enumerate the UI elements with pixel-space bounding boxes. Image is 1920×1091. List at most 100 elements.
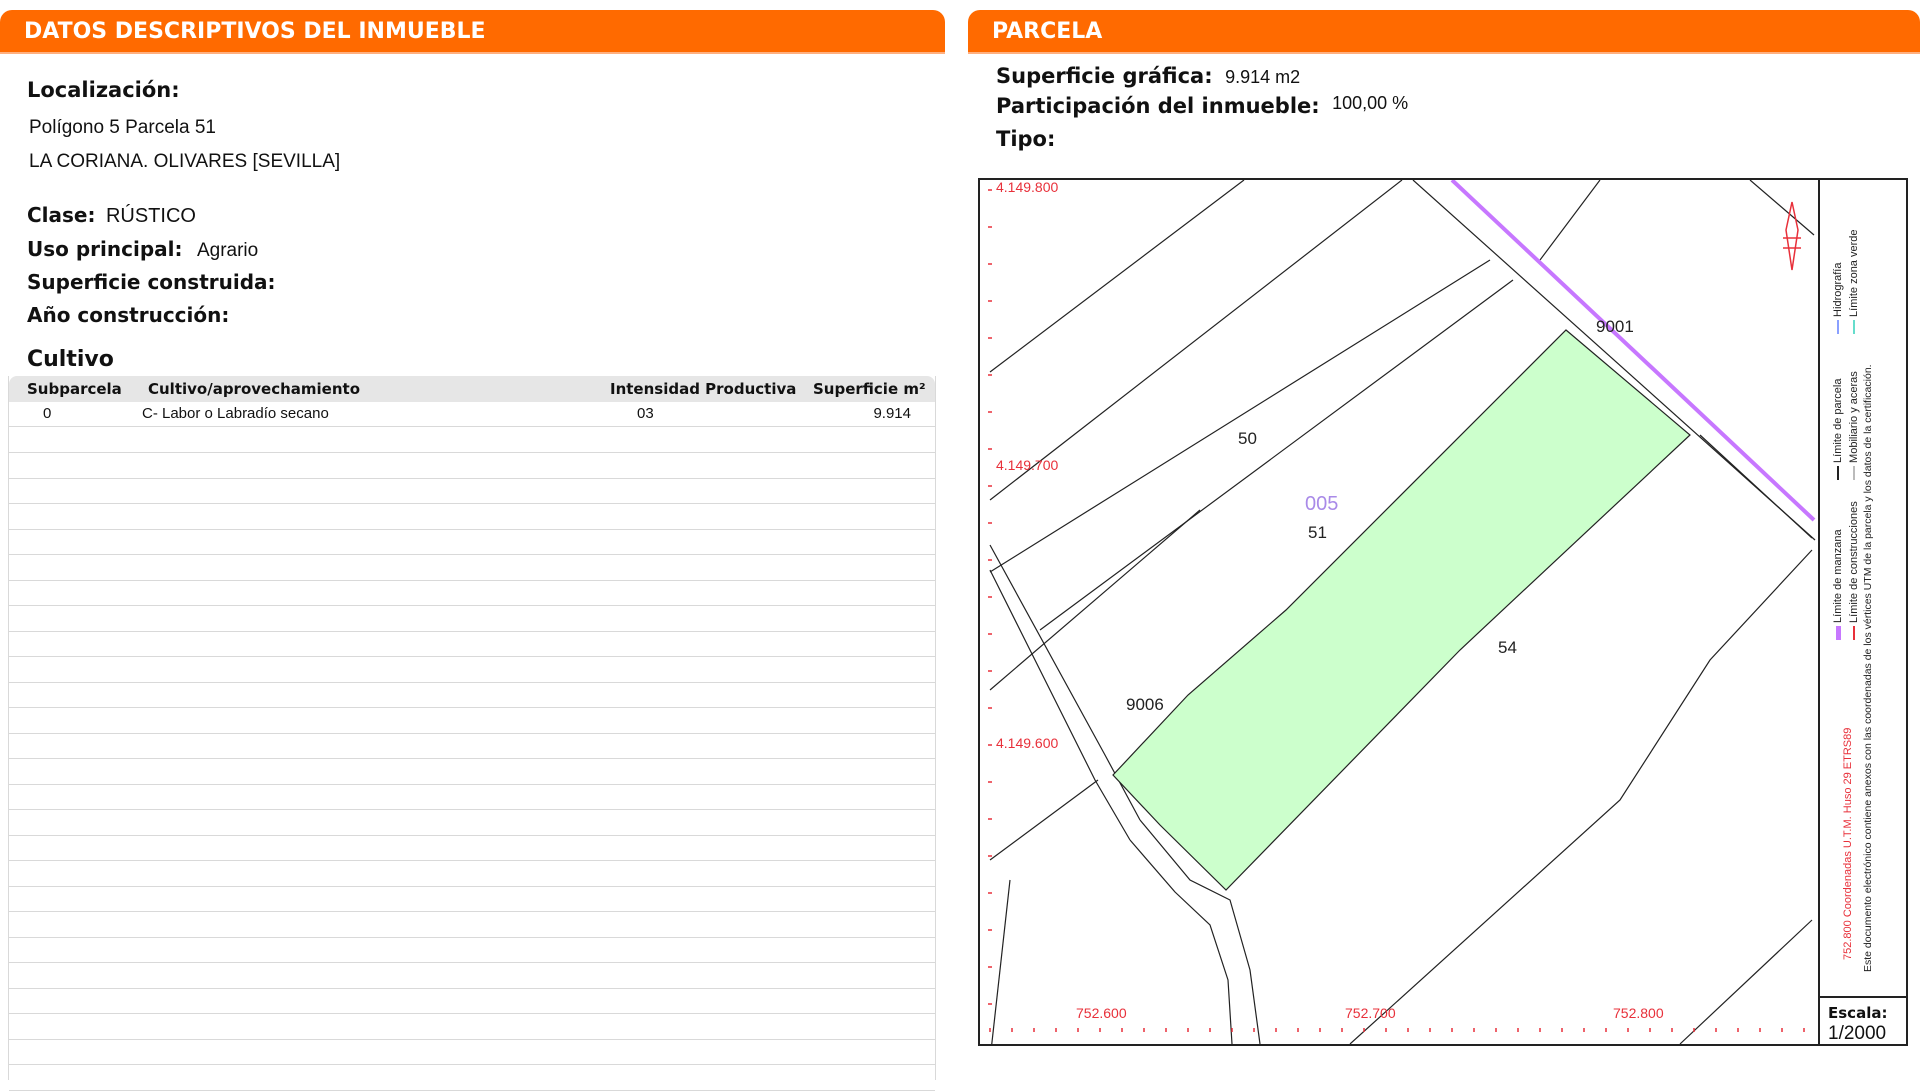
empty-table-row: [9, 581, 935, 606]
legend-swatch-manzana: [1835, 626, 1841, 640]
y-axis-ticks: [988, 189, 992, 1005]
legend-limite-manzana: Límite de manzana: [1832, 529, 1844, 640]
boundary-line: [989, 180, 1403, 501]
empty-table-row: [9, 913, 935, 938]
cell-subparcela: 0: [43, 405, 52, 422]
participacion-label: Participación del inmueble:: [996, 94, 1320, 118]
participacion-row: Participación del inmueble: 100,00 %: [996, 93, 1409, 118]
road-edge: [989, 569, 1131, 841]
y-label-middle: 4.149.700: [996, 457, 1058, 473]
boundary-line: [1749, 180, 1815, 236]
x-label-left: 752.600: [1076, 1005, 1127, 1021]
cultivo-title: Cultivo: [27, 347, 114, 372]
cell-intensidad: 03: [637, 405, 654, 422]
superficie-grafica-label: Superficie gráfica:: [996, 64, 1213, 88]
boundary-line: [989, 180, 1245, 373]
empty-table-row: [9, 887, 935, 912]
clase-row: Clase: RÚSTICO: [27, 203, 196, 228]
empty-table-row: [9, 709, 935, 734]
parcel-51-label: 51: [1308, 523, 1327, 542]
header-intensidad: Intensidad Productiva: [610, 380, 797, 398]
legend-zona-verde: Límite zona verde: [1848, 230, 1860, 334]
empty-table-row: [9, 734, 935, 759]
section-title-regular: DATOS DESCRIPTIVOS DEL: [24, 19, 359, 44]
table-header: Subparcela Cultivo/aprovechamiento Inten…: [9, 376, 935, 402]
header-superficie: Superficie m²: [813, 380, 926, 398]
empty-table-row: [9, 428, 935, 453]
boundary-line: [991, 879, 1011, 1044]
road-9006-label: 9006: [1126, 695, 1164, 714]
empty-table-row: [9, 505, 935, 530]
section-header-datos: DATOS DESCRIPTIVOS DEL INMUEBLE: [0, 10, 945, 64]
participacion-value: 100,00 %: [1332, 93, 1409, 113]
empty-table-row: [9, 683, 935, 708]
boundary-line: [1679, 919, 1813, 1044]
empty-table-row: [9, 479, 935, 504]
cell-cultivo: C- Labor o Labradío secano: [142, 405, 329, 422]
parcel-50-label: 50: [1238, 429, 1257, 448]
section-title-parcela: PARCELA: [992, 19, 1103, 44]
empty-table-row: [9, 607, 935, 632]
scale-label: Escala:: [1828, 1004, 1888, 1022]
table-row: 0 C- Labor o Labradío secano 03 9.914: [9, 402, 935, 427]
localizacion-line1: Polígono 5 Parcela 51: [29, 117, 216, 138]
tipo-label: Tipo:: [996, 127, 1056, 151]
boundary-line: [989, 509, 1201, 691]
uso-value: Agrario: [196, 240, 259, 261]
legend-swatch-mobiliario: [1853, 466, 1856, 480]
boundary-line: [1699, 434, 1813, 539]
cultivo-table: Subparcela Cultivo/aprovechamiento Inten…: [8, 376, 936, 1091]
road-9001-label: 9001: [1596, 317, 1634, 336]
empty-table-row: [9, 760, 935, 785]
empty-table-row: [9, 658, 935, 683]
localizacion-line2: LA CORIANA. OLIVARES [SEVILLA]: [29, 151, 341, 172]
x-label-right: 752.800: [1613, 1005, 1664, 1021]
empty-table-row: [9, 989, 935, 1014]
empty-table-row: [9, 530, 935, 555]
legend-swatch-construcciones: [1853, 626, 1856, 640]
legend-swatch-zona-verde: [1853, 320, 1856, 334]
empty-table-row: [9, 1015, 935, 1040]
empty-table-row: [9, 964, 935, 989]
legend-divider: [1818, 178, 1820, 1046]
x-label-middle: 752.700: [1345, 1005, 1396, 1021]
legend-hidrografia: Hidrografía: [1832, 263, 1844, 334]
header-subparcela: Subparcela: [27, 380, 122, 398]
parcel-map-drawing: 4.149.800 4.149.700 4.149.600 752.600 75…: [988, 180, 1816, 1044]
empty-table-row: [9, 1066, 935, 1091]
parcel-map: 4.149.800 4.149.700 4.149.600 752.600 75…: [978, 178, 1908, 1046]
empty-table-row: [9, 632, 935, 657]
certificate-note: Este documento electrónico contiene anex…: [1862, 364, 1874, 972]
x-axis-ticks: [989, 1028, 1805, 1032]
scale-divider: [1818, 996, 1906, 998]
uso-label: Uso principal:: [27, 237, 183, 261]
cell-superficie: 9.914: [873, 405, 911, 422]
superficie-construida-label: Superficie construida:: [27, 270, 276, 294]
empty-table-row: [9, 862, 935, 887]
uso-row: Uso principal: Agrario: [27, 237, 258, 262]
parcel-51-area: [1112, 329, 1691, 891]
clase-label: Clase:: [27, 203, 96, 227]
anio-construccion-label: Año construcción:: [27, 303, 230, 327]
subparcel-code-label: 005: [1305, 493, 1338, 515]
y-label-bottom: 4.149.600: [996, 735, 1058, 751]
legend-swatch-parcela: [1837, 466, 1840, 480]
legend-limite-parcela: Límite de parcela: [1832, 379, 1844, 480]
localizacion-label: Localización:: [27, 78, 180, 102]
empty-table-row: [9, 836, 935, 861]
superficie-grafica-value: 9.914 m2: [1225, 67, 1301, 87]
empty-table-row: [9, 938, 935, 963]
legend-mobiliario: Mobiliario y aceras: [1848, 371, 1860, 480]
legend-swatch-hidrografia: [1837, 320, 1840, 334]
empty-table-row: [9, 785, 935, 810]
boundary-line: [989, 779, 1099, 861]
parcel-54-label: 54: [1498, 638, 1517, 657]
coords-note: 752.800 Coordenadas U.T.M. Huso 29 ETRS8…: [1842, 727, 1854, 960]
legend-limite-construcciones: Límite de construcciones: [1848, 501, 1860, 640]
empty-table-row: [9, 1040, 935, 1065]
section-title-bold: INMUEBLE: [358, 19, 486, 44]
clase-value: RÚSTICO: [105, 205, 196, 227]
boundary-line: [1539, 180, 1601, 261]
y-label-top: 4.149.800: [996, 180, 1058, 195]
scale-value: 1/2000: [1828, 1023, 1887, 1044]
